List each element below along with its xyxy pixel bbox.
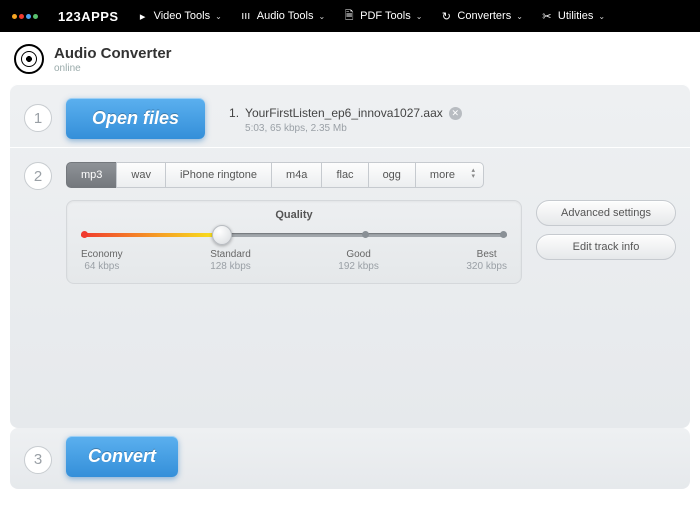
utilities-icon: ✂	[541, 10, 553, 22]
app-logo-icon	[14, 44, 44, 74]
nav-label: PDF Tools	[360, 10, 411, 22]
nav-label: Video Tools	[154, 10, 210, 22]
main-panel: 1 Open files 1. YourFirstListen_ep6_inno…	[10, 84, 690, 428]
quality-labels: Economy64 kbps Standard128 kbps Good192 …	[81, 249, 507, 273]
step-3: 3 Convert	[10, 428, 690, 489]
nav-label: Converters	[457, 10, 511, 22]
top-nav: 123APPS ▸ Video Tools ⌄ ııı Audio Tools …	[0, 0, 700, 32]
tab-iphone-ringtone[interactable]: iPhone ringtone	[165, 162, 271, 188]
tab-wav[interactable]: wav	[116, 162, 165, 188]
remove-file-icon[interactable]: ✕	[449, 107, 462, 120]
step-1: 1 Open files 1. YourFirstListen_ep6_inno…	[24, 92, 676, 145]
file-info: 1. YourFirstListen_ep6_innova1027.aax ✕ …	[229, 106, 462, 134]
step-2: 2 mp3 wav iPhone ringtone m4a flac ogg m…	[24, 150, 676, 428]
nav-audio-tools[interactable]: ııı Audio Tools ⌄	[240, 10, 325, 22]
chevron-down-icon: ⌄	[318, 12, 325, 21]
step-number-3: 3	[24, 446, 52, 474]
pdf-icon: 🗎	[343, 10, 355, 22]
file-index: 1.	[229, 106, 239, 120]
step-number-2: 2	[24, 162, 52, 190]
brand-dots	[12, 14, 38, 19]
convert-icon: ↻	[440, 10, 452, 22]
audio-icon: ııı	[240, 10, 252, 22]
chevron-down-icon: ⌄	[598, 12, 605, 21]
updown-icon: ▴▾	[471, 168, 475, 180]
quality-slider[interactable]	[81, 229, 507, 239]
nav-converters[interactable]: ↻ Converters ⌄	[440, 10, 523, 22]
q-label-standard: Standard128 kbps	[210, 249, 251, 273]
advanced-settings-button[interactable]: Advanced settings	[536, 200, 676, 226]
file-meta: 5:03, 65 kbps, 2.35 Mb	[245, 123, 462, 134]
q-label-best: Best320 kbps	[466, 249, 507, 273]
chevron-down-icon: ⌄	[215, 12, 222, 21]
page-subtitle: online	[54, 63, 172, 74]
quality-box: Quality Economy64 kbps Standard128 kbps	[66, 200, 522, 284]
tab-m4a[interactable]: m4a	[271, 162, 321, 188]
page-title: Audio Converter	[54, 45, 172, 62]
format-tabs: mp3 wav iPhone ringtone m4a flac ogg mor…	[66, 162, 676, 188]
tab-flac[interactable]: flac	[321, 162, 367, 188]
nav-utilities[interactable]: ✂ Utilities ⌄	[541, 10, 605, 22]
video-icon: ▸	[137, 10, 149, 22]
edit-track-info-button[interactable]: Edit track info	[536, 234, 676, 260]
chevron-down-icon: ⌄	[416, 12, 423, 21]
nav-pdf-tools[interactable]: 🗎 PDF Tools ⌄	[343, 10, 422, 22]
nav-label: Utilities	[558, 10, 593, 22]
open-files-button[interactable]: Open files	[66, 98, 205, 139]
q-label-economy: Economy64 kbps	[81, 249, 123, 273]
brand-text: 123APPS	[58, 9, 119, 24]
nav-label: Audio Tools	[257, 10, 314, 22]
tab-mp3[interactable]: mp3	[66, 162, 116, 188]
tab-more-label: more	[430, 169, 455, 181]
file-name: YourFirstListen_ep6_innova1027.aax	[245, 106, 443, 120]
nav-video-tools[interactable]: ▸ Video Tools ⌄	[137, 10, 222, 22]
slider-knob[interactable]	[212, 225, 232, 245]
quality-title: Quality	[81, 209, 507, 221]
chevron-down-icon: ⌄	[516, 12, 523, 21]
tab-more[interactable]: more ▴▾	[415, 162, 484, 188]
divider	[10, 147, 690, 148]
tab-ogg[interactable]: ogg	[368, 162, 415, 188]
step-number-1: 1	[24, 104, 52, 132]
page-header: Audio Converter online	[0, 32, 700, 84]
convert-button[interactable]: Convert	[66, 436, 178, 477]
q-label-good: Good192 kbps	[338, 249, 379, 273]
